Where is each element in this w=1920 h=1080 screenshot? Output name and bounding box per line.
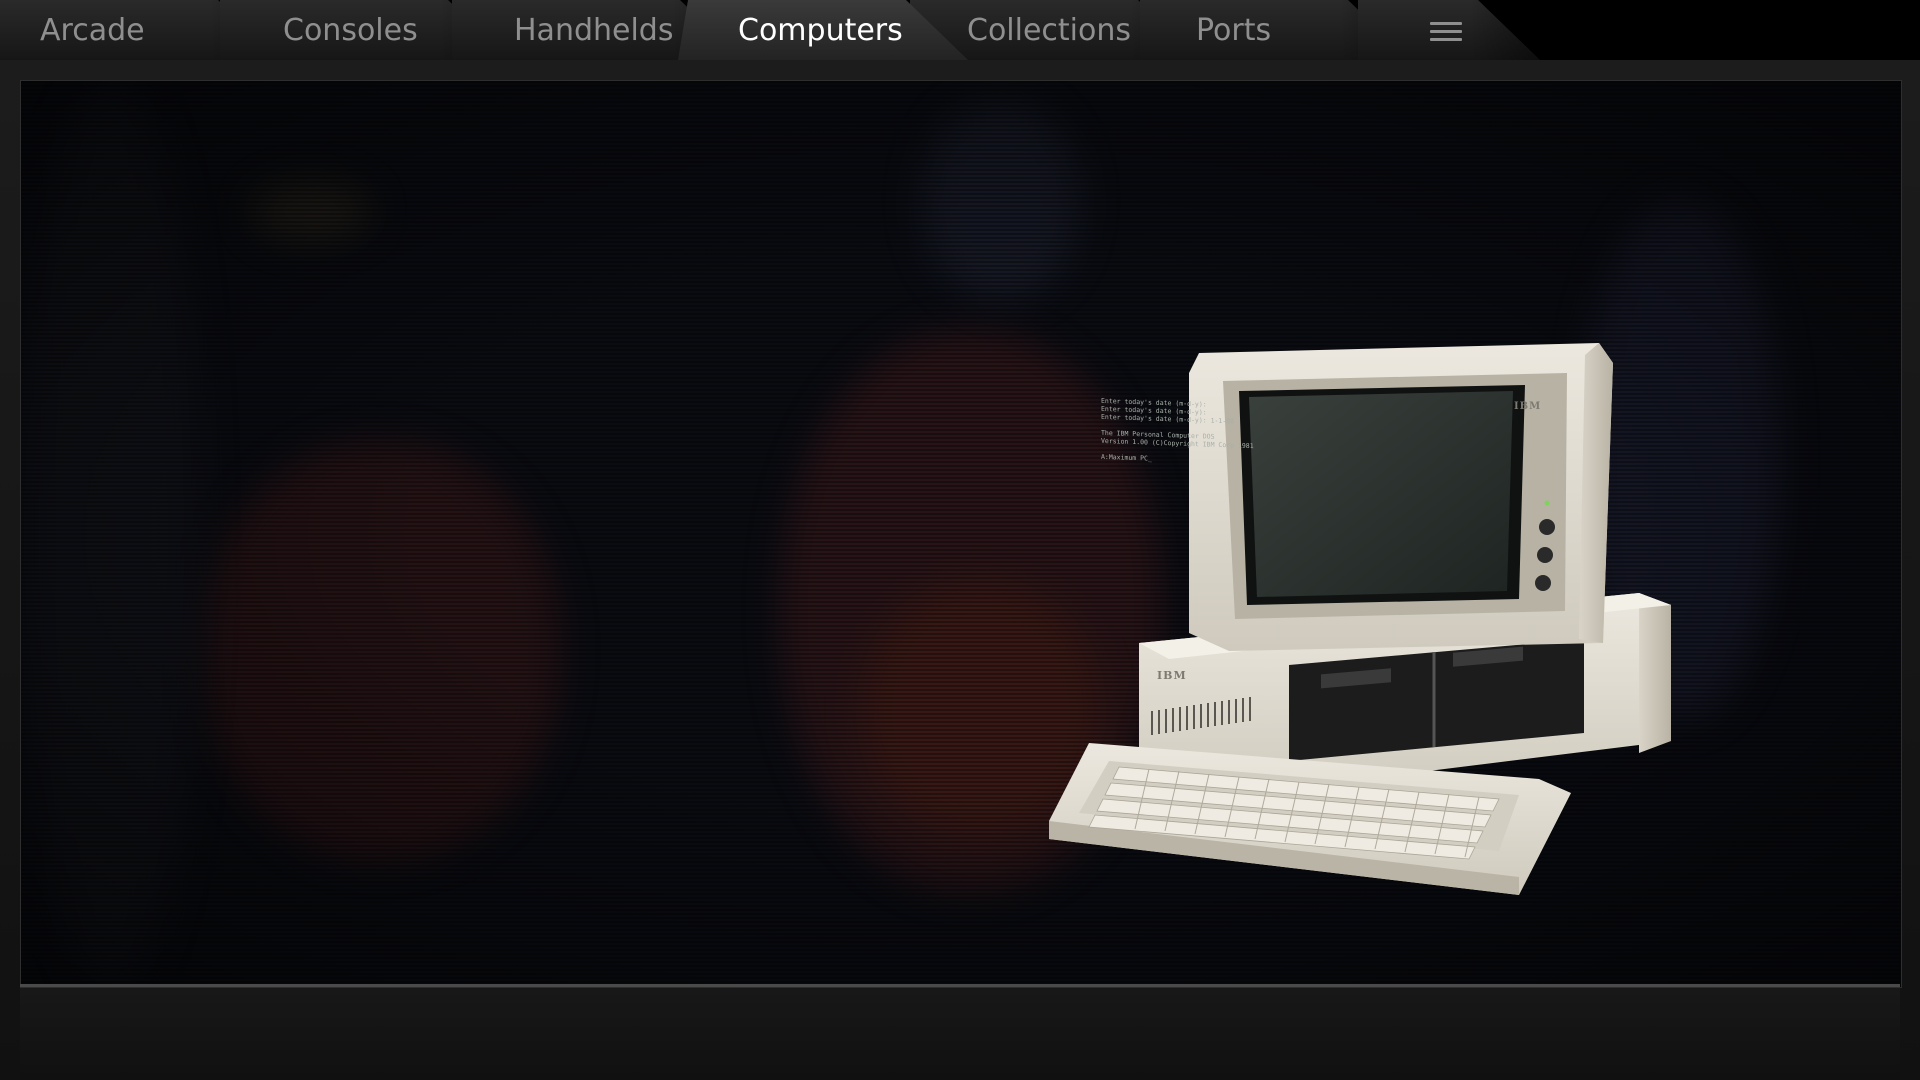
hamburger-menu-icon[interactable] <box>1430 22 1462 46</box>
tab-label: Arcade <box>40 13 145 48</box>
tab-label: Ports <box>1196 13 1272 48</box>
tab-label: Consoles <box>283 13 418 48</box>
monitor-ibm-logo: IBM <box>1514 401 1542 412</box>
info-bar <box>20 988 1900 1080</box>
system-unit-ibm-logo: IBM <box>1157 669 1187 682</box>
crt-screen-text: Enter today's date (m-d-y): Enter today'… <box>1101 396 1254 463</box>
platform-tab-bar: Arcade Consoles Handhelds Collections Po… <box>0 0 1920 62</box>
viewport-divider <box>20 984 1900 987</box>
tab-label: Collections <box>967 13 1132 48</box>
ibm-pc-illustration: Enter today's date (m-d-y): Enter today'… <box>1039 343 1679 903</box>
system-artwork-viewport: Enter today's date (m-d-y): Enter today'… <box>20 80 1902 988</box>
tab-label: Computers <box>738 13 903 48</box>
menu-tab[interactable] <box>1358 0 1540 60</box>
tab-label: Handhelds <box>514 13 674 48</box>
